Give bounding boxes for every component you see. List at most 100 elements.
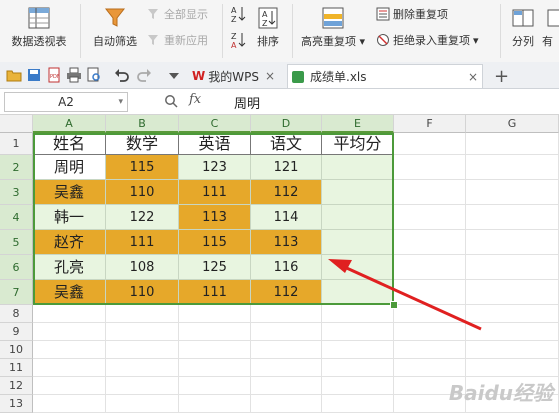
empty-cell[interactable] [394,341,466,359]
average-cell[interactable] [322,180,394,205]
empty-cell[interactable] [394,205,466,230]
sort-descending-icon[interactable]: ZA [230,30,246,50]
score-cell[interactable]: 122 [106,205,179,230]
empty-cell[interactable] [251,305,322,323]
empty-cell[interactable] [322,359,394,377]
score-cell[interactable]: 108 [106,255,179,280]
empty-cell[interactable] [466,155,559,180]
score-cell[interactable]: 111 [106,230,179,255]
sort-ascending-icon[interactable]: AZ [230,4,246,24]
sort-button[interactable]: AZ 排序 [250,0,286,62]
empty-cell[interactable] [179,323,251,341]
empty-cell[interactable] [466,255,559,280]
empty-cell[interactable] [466,180,559,205]
formula-input[interactable]: 周明 [234,93,260,112]
average-cell[interactable] [322,255,394,280]
name-cell[interactable]: 孔亮 [33,255,106,280]
empty-cell[interactable] [322,305,394,323]
empty-cell[interactable] [466,323,559,341]
column-header-g[interactable]: G [466,115,559,133]
zoom-search-icon[interactable] [164,94,178,108]
column-header-a[interactable]: A [33,115,106,133]
name-cell[interactable]: 韩一 [33,205,106,230]
name-box[interactable]: A2 ▾ [4,92,128,112]
name-cell[interactable]: 周明 [33,155,106,180]
header-cell[interactable]: 英语 [179,133,251,155]
empty-cell[interactable] [106,305,179,323]
reject-duplicates-button[interactable]: 拒绝录入重复项 ▾ [376,30,479,50]
row-header-7[interactable]: 7 [0,280,33,305]
row-header-5[interactable]: 5 [0,230,33,255]
empty-cell[interactable] [33,341,106,359]
score-cell[interactable]: 112 [251,280,322,305]
score-cell[interactable]: 116 [251,255,322,280]
empty-cell[interactable] [322,323,394,341]
header-cell[interactable]: 语文 [251,133,322,155]
empty-cell[interactable] [394,255,466,280]
empty-cell[interactable] [33,305,106,323]
score-cell[interactable]: 110 [106,180,179,205]
empty-cell[interactable] [466,280,559,305]
select-all-corner[interactable] [0,115,33,133]
average-cell[interactable] [322,280,394,305]
average-cell[interactable] [322,155,394,180]
open-folder-icon[interactable] [6,67,22,83]
empty-cell[interactable] [106,323,179,341]
row-header-11[interactable]: 11 [0,359,33,377]
empty-cell[interactable] [394,280,466,305]
save-icon[interactable] [26,67,42,83]
empty-cell[interactable] [466,133,559,155]
empty-cell[interactable] [251,359,322,377]
row-header-12[interactable]: 12 [0,377,33,395]
empty-cell[interactable] [466,341,559,359]
column-header-e[interactable]: E [322,115,394,133]
score-cell[interactable]: 125 [179,255,251,280]
empty-cell[interactable] [251,395,322,413]
score-cell[interactable]: 111 [179,180,251,205]
empty-cell[interactable] [179,341,251,359]
export-pdf-icon[interactable]: PDF [46,67,62,83]
empty-cell[interactable] [33,395,106,413]
score-cell[interactable]: 113 [179,205,251,230]
empty-cell[interactable] [394,305,466,323]
name-cell[interactable]: 吴鑫 [33,280,106,305]
score-cell[interactable]: 111 [179,280,251,305]
empty-cell[interactable] [394,133,466,155]
column-header-b[interactable]: B [106,115,179,133]
empty-cell[interactable] [179,377,251,395]
highlight-duplicates-button[interactable]: 高亮重复项 ▾ [296,0,370,62]
empty-cell[interactable] [33,323,106,341]
row-header-10[interactable]: 10 [0,341,33,359]
row-header-2[interactable]: 2 [0,155,33,180]
empty-cell[interactable] [394,155,466,180]
row-header-3[interactable]: 3 [0,180,33,205]
empty-cell[interactable] [106,395,179,413]
delete-duplicates-button[interactable]: 删除重复项 [376,4,448,24]
empty-cell[interactable] [466,230,559,255]
row-header-9[interactable]: 9 [0,323,33,341]
score-cell[interactable]: 115 [179,230,251,255]
print-icon[interactable] [66,67,82,83]
empty-cell[interactable] [33,359,106,377]
header-cell[interactable]: 数学 [106,133,179,155]
name-cell[interactable]: 赵齐 [33,230,106,255]
empty-cell[interactable] [179,305,251,323]
row-header-1[interactable]: 1 [0,133,33,155]
tab-my-wps[interactable]: W 我的WPS × [188,64,279,88]
empty-cell[interactable] [394,359,466,377]
row-header-13[interactable]: 13 [0,395,33,413]
empty-cell[interactable] [251,377,322,395]
empty-cell[interactable] [466,305,559,323]
empty-cell[interactable] [394,180,466,205]
empty-cell[interactable] [322,341,394,359]
score-cell[interactable]: 112 [251,180,322,205]
empty-cell[interactable] [251,323,322,341]
column-header-d[interactable]: D [251,115,322,133]
score-cell[interactable]: 113 [251,230,322,255]
name-cell[interactable]: 吴鑫 [33,180,106,205]
new-tab-button[interactable]: + [494,64,509,88]
fill-handle[interactable] [390,301,398,309]
empty-cell[interactable] [394,230,466,255]
empty-cell[interactable] [466,359,559,377]
empty-cell[interactable] [322,395,394,413]
